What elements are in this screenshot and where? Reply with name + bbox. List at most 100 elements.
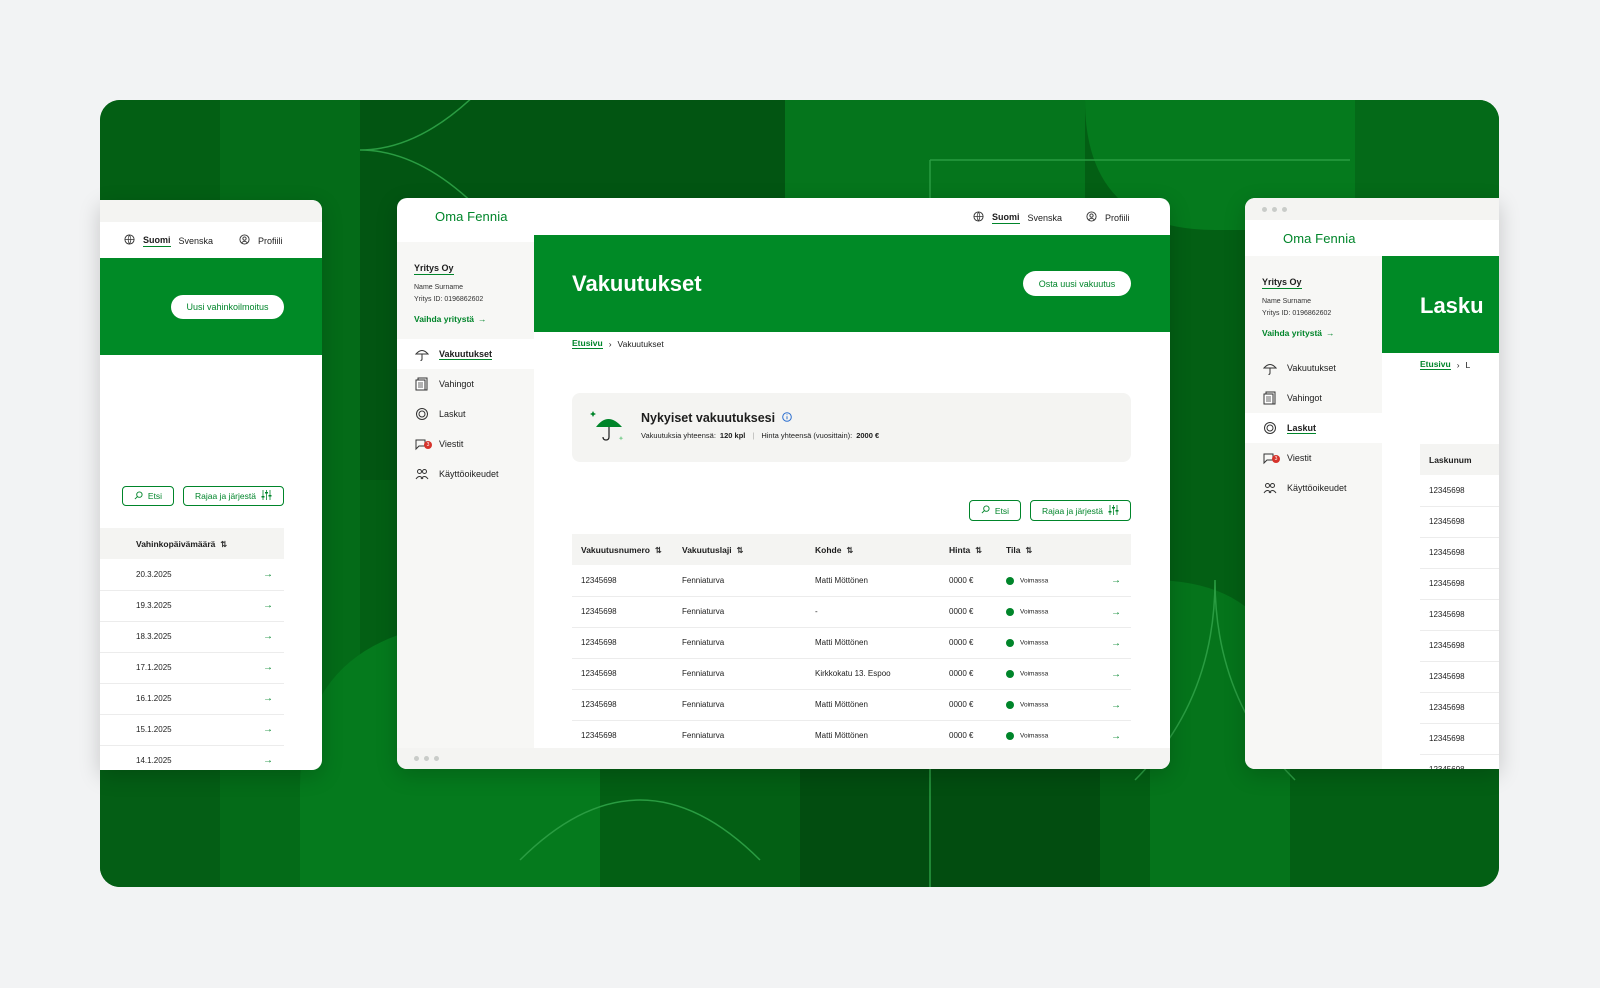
row-arrow-icon[interactable]: → [1111, 700, 1121, 711]
sort-icon[interactable]: ⇅ [737, 546, 744, 555]
row-arrow-icon[interactable]: → [254, 683, 284, 715]
column-header[interactable]: Vakuutuslaji ⇅ [673, 534, 806, 565]
search-button[interactable]: Etsi [122, 486, 174, 506]
sidebar-item-laskut[interactable]: Laskut [397, 399, 534, 429]
insurance-table: Vakuutusnumero ⇅ Vakuutuslaji ⇅ Kohde ⇅ Hinta ⇅… [572, 534, 1131, 752]
breadcrumb-home[interactable]: Etusivu [1420, 359, 1451, 370]
table-row[interactable]: 15.1.2025 → [100, 714, 284, 746]
table-row[interactable]: 12345698 [1420, 630, 1499, 662]
table-row[interactable]: 12345698 Fenniaturva -0000 € Voimassa → [572, 596, 1131, 628]
breadcrumb: Etusivu › L [1420, 359, 1470, 370]
sort-icon[interactable]: ⇅ [975, 546, 982, 555]
search-button[interactable]: Etsi [969, 500, 1021, 521]
price-value: 2000 € [856, 431, 880, 440]
row-arrow-icon[interactable]: → [1111, 607, 1121, 618]
table-row[interactable]: 12345698 [1420, 475, 1499, 507]
sidebar-item-vakuutukset[interactable]: Vakuutukset [1245, 353, 1382, 383]
sidebar-item-kyttoikeudet[interactable]: Käyttöoikeudet [1245, 473, 1382, 503]
table-row[interactable]: 20.3.2025 → [100, 559, 284, 591]
sidebar-item-vakuutukset[interactable]: Vakuutukset [397, 339, 534, 369]
column-label: Kohde [815, 544, 842, 555]
column-header[interactable]: Vahinkopäivämäärä ⇅ [100, 528, 254, 559]
column-header[interactable]: Hinta ⇅ [940, 534, 997, 565]
sidebar-item-label: Viestit [439, 439, 464, 449]
table-row[interactable]: 14.1.2025 → [100, 745, 284, 770]
switch-company-link[interactable]: Vaihda yritystä → [414, 314, 487, 324]
row-arrow-icon[interactable]: → [1111, 669, 1121, 680]
table-row[interactable]: 12345698 [1420, 568, 1499, 600]
column-header[interactable]: Vakuutusnumero ⇅ [572, 534, 673, 565]
table-row[interactable]: 12345698 Fenniaturva Matti Möttönen 0000 € V… [572, 720, 1131, 752]
chevron-right-icon: › [608, 338, 612, 349]
profile-link[interactable]: Profiili [239, 234, 283, 247]
documents-icon [1263, 391, 1277, 405]
invoice-number-cell: 12345698 [1420, 506, 1499, 538]
sort-icon[interactable]: ⇅ [220, 540, 227, 549]
row-arrow-icon[interactable]: → [1111, 731, 1121, 742]
profile-link[interactable]: Profiili [1086, 211, 1130, 224]
table-row[interactable]: 12345698 [1420, 506, 1499, 538]
row-arrow-icon[interactable]: → [254, 621, 284, 653]
sidebar-item-vahingot[interactable]: Vahingot [397, 369, 534, 399]
table-row[interactable]: 18.3.2025 → [100, 621, 284, 653]
new-claim-button[interactable]: Uusi vahinkoilmoitus [171, 295, 284, 319]
sort-icon[interactable]: ⇅ [846, 546, 853, 555]
row-arrow-icon[interactable]: → [254, 714, 284, 746]
app-logo[interactable]: Oma Fennia [435, 209, 508, 224]
table-row[interactable]: 12345698 [1420, 661, 1499, 693]
row-arrow-icon[interactable]: → [254, 559, 284, 591]
table-row[interactable]: 19.3.2025 → [100, 590, 284, 622]
status-label: Voimassa [1020, 732, 1049, 740]
sidebar-item-label: Viestit [1287, 453, 1312, 463]
switch-label: Vaihda yritystä [1262, 328, 1323, 338]
column-label: Vahinkopäivämäärä [136, 538, 216, 549]
sidebar-item-label: Vahingot [439, 379, 474, 389]
lang-current[interactable]: Suomi [992, 212, 1020, 224]
sidebar-item-laskut[interactable]: Laskut [1245, 413, 1382, 443]
sidebar-item-vahingot[interactable]: Vahingot [1245, 383, 1382, 413]
info-icon[interactable] [782, 411, 792, 425]
buy-insurance-button[interactable]: Osta uusi vakuutus [1023, 271, 1131, 296]
sort-icon[interactable]: ⇅ [655, 546, 662, 555]
hero-banner: Lasku [1382, 256, 1499, 353]
table-cell: Kirkkokatu 13. Espoo [806, 658, 940, 690]
coins-icon [415, 407, 429, 421]
table-row[interactable]: 12345698 Fenniaturva Matti Möttönen 0000 € V… [572, 689, 1131, 721]
sidebar-item-viestit[interactable]: 3 Viestit [1245, 443, 1382, 473]
filter-button[interactable]: Rajaa ja järjestä [183, 486, 284, 506]
table-row[interactable]: 12345698 [1420, 692, 1499, 724]
switch-company-link[interactable]: Vaihda yritystä → [1262, 328, 1335, 338]
table-row[interactable]: 12345698 Fenniaturva Matti Möttönen 0000 € V… [572, 627, 1131, 659]
lang-current[interactable]: Suomi [143, 235, 171, 247]
row-arrow-icon[interactable]: → [1111, 638, 1121, 649]
table-row[interactable]: 12345698 Fenniaturva Matti Möttönen 0000 € V… [572, 565, 1131, 597]
breadcrumb-home[interactable]: Etusivu [572, 338, 603, 349]
table-row[interactable]: 12345698 [1420, 537, 1499, 569]
row-arrow-icon[interactable]: → [1111, 575, 1121, 586]
column-header[interactable]: Laskunum [1420, 444, 1499, 475]
column-header[interactable]: Tila ⇅ [997, 534, 1131, 565]
language-switcher[interactable]: Suomi Svenska [124, 234, 213, 247]
sort-icon[interactable]: ⇅ [1026, 546, 1033, 555]
lang-other[interactable]: Svenska [1028, 213, 1063, 223]
sidebar-item-viestit[interactable]: 3 Viestit [397, 429, 534, 459]
notification-badge: 3 [1272, 455, 1280, 463]
table-row[interactable]: 16.1.2025 → [100, 683, 284, 715]
chevron-right-icon: › [1456, 359, 1460, 370]
table-row[interactable]: 17.1.2025 → [100, 652, 284, 684]
row-arrow-icon[interactable]: → [254, 745, 284, 770]
lang-other[interactable]: Svenska [179, 236, 214, 246]
app-logo[interactable]: Oma Fennia [1283, 231, 1356, 246]
company-name[interactable]: Yritys Oy [1262, 277, 1302, 289]
column-header[interactable]: Kohde ⇅ [806, 534, 940, 565]
company-name[interactable]: Yritys Oy [414, 263, 454, 275]
language-switcher[interactable]: Suomi Svenska [973, 211, 1062, 224]
sidebar-item-kyttoikeudet[interactable]: Käyttöoikeudet [397, 459, 534, 489]
filter-button[interactable]: Rajaa ja järjestä [1030, 500, 1131, 521]
table-row[interactable]: 12345698 [1420, 754, 1499, 769]
table-row[interactable]: 12345698 [1420, 723, 1499, 755]
row-arrow-icon[interactable]: → [254, 590, 284, 622]
row-arrow-icon[interactable]: → [254, 652, 284, 684]
table-row[interactable]: 12345698 Fenniaturva Kirkkokatu 13. Espoo 0… [572, 658, 1131, 690]
table-row[interactable]: 12345698 [1420, 599, 1499, 631]
